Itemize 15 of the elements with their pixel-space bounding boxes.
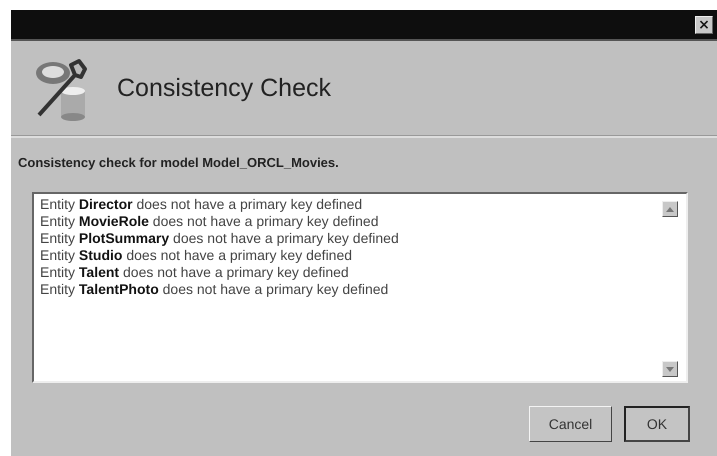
cancel-button[interactable]: Cancel <box>529 406 612 442</box>
dialog-title: Consistency Check <box>117 74 331 103</box>
scroll-up-button[interactable] <box>662 201 678 217</box>
subtitle-text: Consistency check for model Model_ORCL_Movies. <box>17 154 340 170</box>
scroll-down-button[interactable] <box>662 361 678 377</box>
message-line: Entity PlotSummary does not have a primary key defined <box>40 230 400 247</box>
message-line: Entity TalentPhoto does not have a primary key defined <box>40 281 390 298</box>
close-button[interactable]: × <box>695 16 713 34</box>
message-line: Entity Talent does not have a primary key defined <box>40 264 350 281</box>
message-line: Entity Director does not have a primary key defined <box>40 196 364 213</box>
message-line: Entity MovieRole does not have a primary key defined <box>40 213 380 230</box>
message-line: Entity Studio does not have a primary key defined <box>40 247 354 264</box>
ok-button[interactable]: OK <box>624 406 690 442</box>
down-arrow-icon <box>666 366 674 372</box>
up-arrow-icon <box>666 206 674 212</box>
